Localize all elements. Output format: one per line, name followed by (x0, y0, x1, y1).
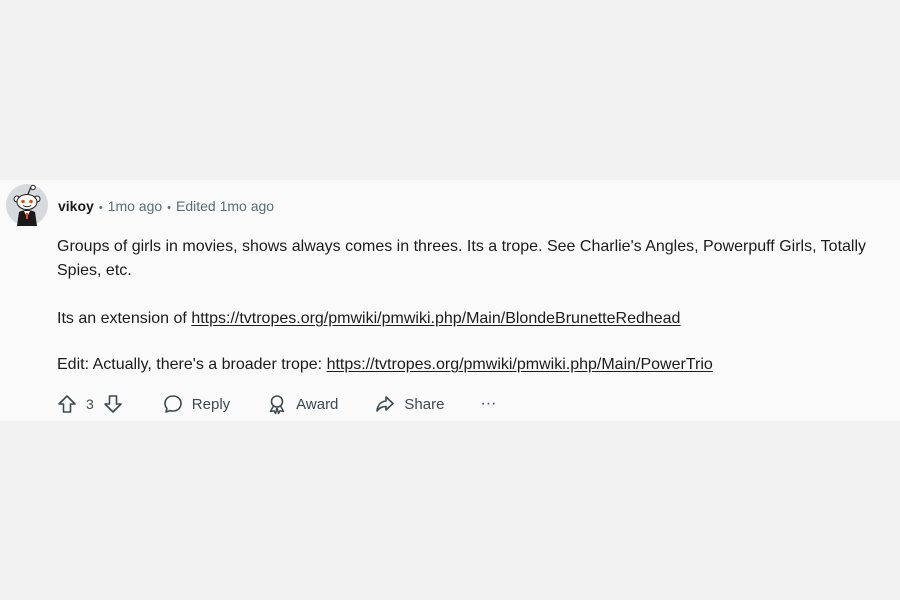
vote-count: 3 (86, 396, 94, 412)
tvtropes-link-power-trio[interactable]: https://tvtropes.org/pmwiki/pmwiki.php/M… (327, 356, 713, 373)
comment-timestamp[interactable]: 1mo ago (108, 198, 162, 214)
paragraph-text: Edit: Actually, there's a broader trope: (57, 356, 327, 373)
arrow-down-icon (103, 395, 122, 413)
award-ribbon-icon (269, 395, 285, 415)
share-label: Share (404, 395, 445, 413)
edited-label: Edited 1mo ago (176, 198, 275, 214)
separator-dot: • (98, 202, 103, 214)
arrow-up-icon (58, 395, 76, 413)
speech-bubble-icon (163, 395, 182, 413)
separator-dot: • (167, 202, 172, 214)
comment-paragraph-2: Its an extension of https://tvtropes.org… (57, 307, 895, 331)
ellipsis-icon: ··· (480, 395, 497, 412)
tvtropes-link-blonde-brunette-redhead[interactable]: https://tvtropes.org/pmwiki/pmwiki.php/M… (191, 310, 680, 327)
author-username[interactable]: vikoy (58, 198, 94, 214)
comment-paragraph-1: Groups of girls in movies, shows always … (57, 238, 867, 279)
snoo-avatar-icon (6, 184, 48, 226)
award-button[interactable]: Award (266, 393, 338, 415)
paragraph-text: Its an extension of (57, 310, 192, 327)
reply-button[interactable]: Reply (162, 393, 230, 415)
top-background (0, 0, 900, 180)
avatar[interactable] (6, 184, 48, 226)
reply-label: Reply (191, 395, 231, 413)
share-arrow-icon (376, 396, 395, 412)
upvote-button[interactable] (56, 393, 78, 415)
downvote-button[interactable] (102, 393, 124, 415)
more-options-button[interactable]: ··· (480, 395, 496, 413)
comment-paragraph-3: Edit: Actually, there's a broader trope:… (57, 353, 895, 377)
comment-meta: vikoy • 1mo ago • Edited 1mo ago (58, 197, 274, 217)
share-button[interactable]: Share (374, 393, 444, 415)
bottom-background (0, 421, 900, 600)
comment-action-bar: 3 Reply Award Share ··· (56, 392, 496, 416)
award-label: Award (296, 395, 339, 413)
